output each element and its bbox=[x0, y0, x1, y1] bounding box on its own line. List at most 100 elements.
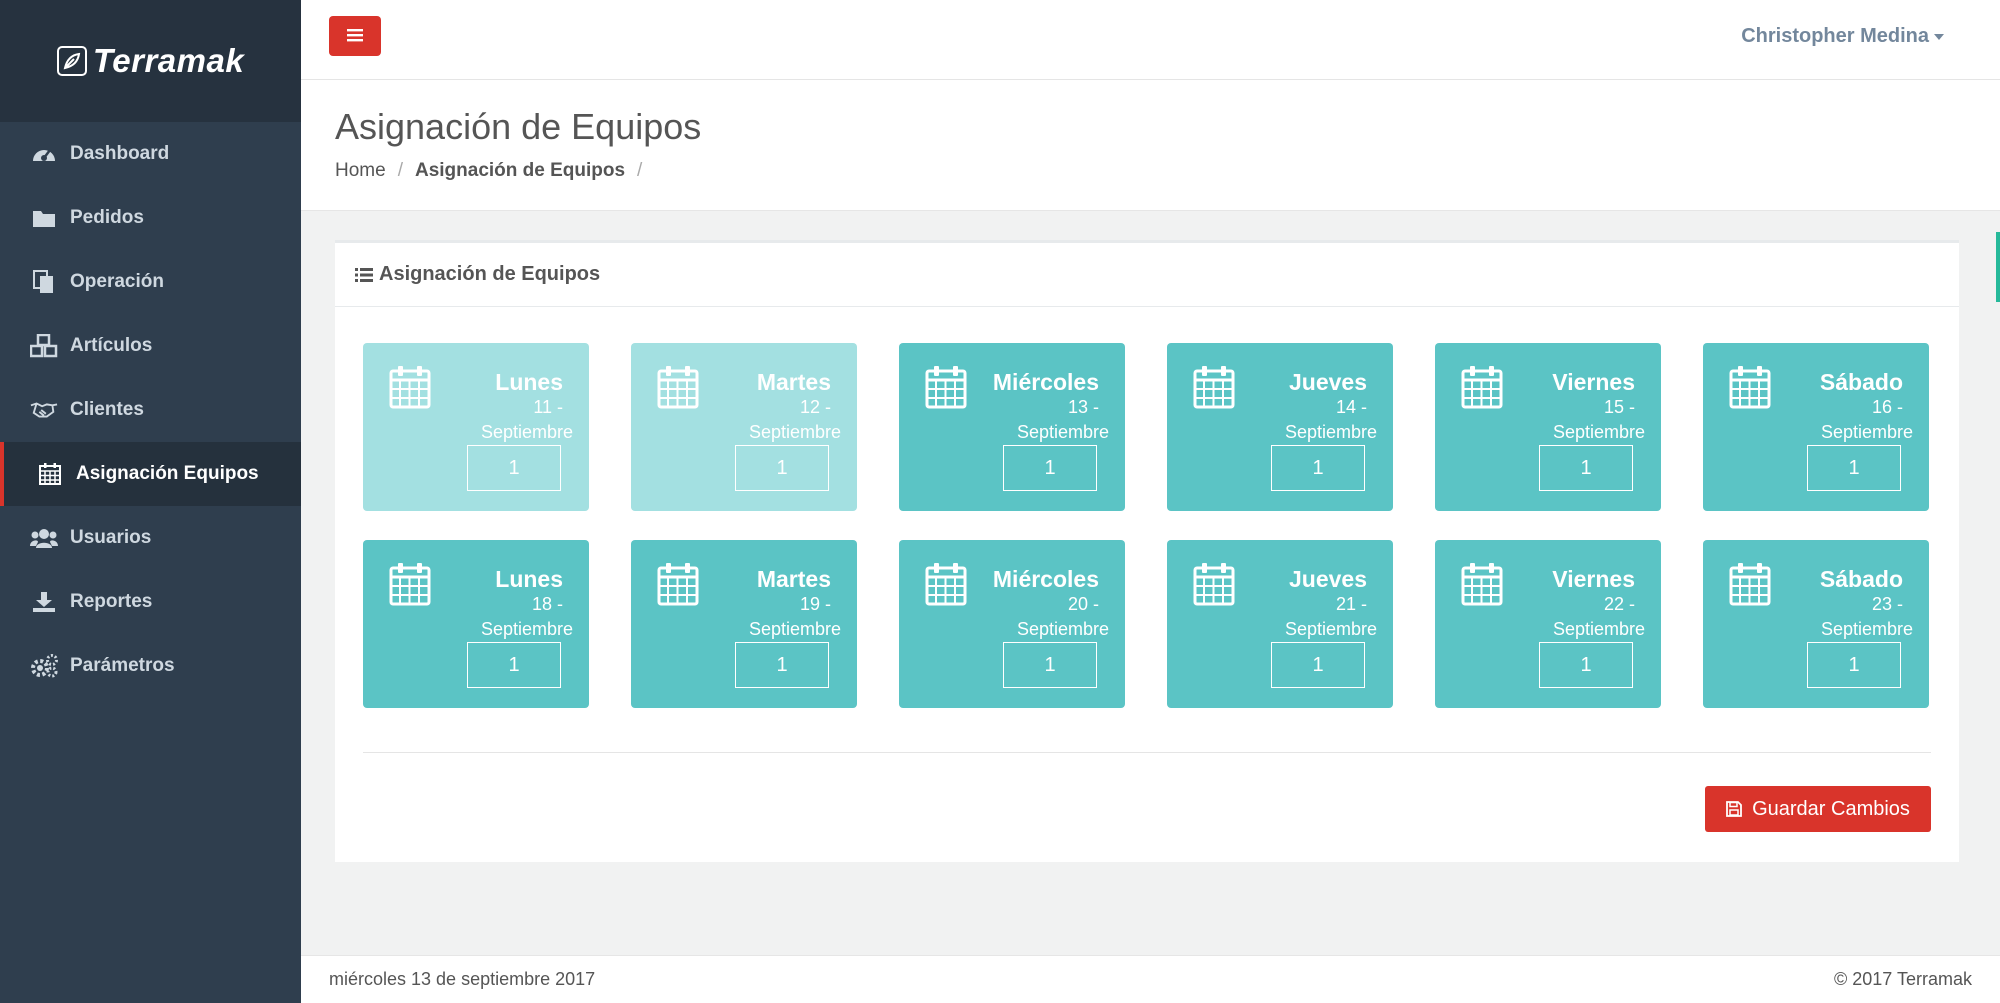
day-number: 22 - bbox=[1603, 594, 1635, 614]
footer-date: miércoles 13 de septiembre 2017 bbox=[329, 969, 596, 989]
day-number: 13 - bbox=[1067, 397, 1099, 417]
calendar-icon bbox=[36, 460, 64, 488]
day-card: Jueves 14 - Septiembre bbox=[1167, 343, 1393, 511]
calendar-icon bbox=[1193, 562, 1235, 611]
user-menu[interactable]: Christopher Medina bbox=[1741, 25, 1944, 48]
day-number: 23 - bbox=[1871, 594, 1903, 614]
calendar-icon bbox=[389, 365, 431, 414]
day-number: 18 - bbox=[531, 594, 563, 614]
equipment-count-input[interactable] bbox=[735, 445, 829, 491]
equipment-count-input[interactable] bbox=[1003, 445, 1097, 491]
leaf-logo-icon bbox=[56, 46, 87, 76]
equipment-count-input[interactable] bbox=[1003, 642, 1097, 688]
day-name: Jueves bbox=[1288, 566, 1367, 592]
day-month: Septiembre bbox=[748, 422, 841, 442]
sidebar-item-clientes[interactable]: Clientes bbox=[0, 378, 301, 442]
download-icon bbox=[30, 588, 58, 616]
sidebar-item-label: Operación bbox=[70, 271, 164, 292]
equipment-count-input[interactable] bbox=[467, 642, 561, 688]
day-name: Miércoles bbox=[992, 566, 1099, 592]
sidebar-item-parametros[interactable]: Parámetros bbox=[0, 634, 301, 698]
day-card: Lunes 11 - Septiembre bbox=[363, 343, 589, 511]
folder-icon bbox=[30, 204, 58, 232]
day-card: Miércoles 20 - Septiembre bbox=[899, 540, 1125, 708]
calendar-icon bbox=[657, 562, 699, 611]
day-number: 12 - bbox=[799, 397, 831, 417]
scroll-indicator bbox=[1996, 232, 2000, 302]
day-card: Lunes 18 - Septiembre bbox=[363, 540, 589, 708]
breadcrumb: Home / Asignación de Equipos / bbox=[335, 160, 654, 182]
sidebar-item-pedidos[interactable]: Pedidos bbox=[0, 186, 301, 250]
brand-name: Terramak bbox=[92, 42, 245, 79]
day-month: Septiembre bbox=[1820, 422, 1913, 442]
day-name: Sábado bbox=[1819, 369, 1903, 395]
sidebar-item-articulos[interactable]: Artículos bbox=[0, 314, 301, 378]
day-name: Viernes bbox=[1552, 566, 1635, 592]
equipment-count-input[interactable] bbox=[1271, 445, 1365, 491]
day-month: Septiembre bbox=[1552, 619, 1645, 639]
day-number: 15 - bbox=[1603, 397, 1635, 417]
day-card: Sábado 16 - Septiembre bbox=[1703, 343, 1929, 511]
footer-copyright: © 2017 Terramak bbox=[1834, 969, 1972, 989]
sidebar-item-usuarios[interactable]: Usuarios bbox=[0, 506, 301, 570]
sidebar-item-label: Clientes bbox=[70, 399, 144, 420]
calendar-icon bbox=[657, 365, 699, 414]
day-card: Viernes 22 - Septiembre bbox=[1435, 540, 1661, 708]
breadcrumb-home-link[interactable]: Home bbox=[335, 160, 386, 182]
hamburger-icon bbox=[347, 28, 363, 45]
equipment-count-input[interactable] bbox=[1807, 642, 1901, 688]
sidebar-item-label: Artículos bbox=[70, 335, 153, 356]
sidebar-item-dashboard[interactable]: Dashboard bbox=[0, 122, 301, 186]
day-card: Sábado 23 - Septiembre bbox=[1703, 540, 1929, 708]
day-card: Martes 19 - Septiembre bbox=[631, 540, 857, 708]
equipment-count-input[interactable] bbox=[1539, 445, 1633, 491]
panel-title: Asignación de Equipos bbox=[379, 263, 601, 285]
caret-down-icon bbox=[1934, 33, 1944, 40]
equipment-count-input[interactable] bbox=[735, 642, 829, 688]
panel-heading: Asignación de Equipos bbox=[335, 243, 1959, 307]
menu-toggle-button[interactable] bbox=[329, 16, 381, 56]
calendar-icon bbox=[1461, 365, 1503, 414]
sidebar-item-asignacion-equipos[interactable]: Asignación Equipos bbox=[0, 442, 301, 506]
day-name: Lunes bbox=[495, 566, 563, 592]
documents-icon bbox=[30, 268, 58, 296]
breadcrumb-current: Asignación de Equipos bbox=[414, 160, 626, 181]
day-card: Viernes 15 - Septiembre bbox=[1435, 343, 1661, 511]
sidebar-item-operacion[interactable]: Operación bbox=[0, 250, 301, 314]
day-name: Viernes bbox=[1552, 369, 1635, 395]
equipment-count-input[interactable] bbox=[1271, 642, 1365, 688]
cubes-icon bbox=[30, 332, 58, 360]
day-month: Septiembre bbox=[1820, 619, 1913, 639]
brand[interactable]: Terramak bbox=[0, 0, 301, 122]
sidebar-item-label: Parámetros bbox=[70, 655, 175, 676]
day-month: Septiembre bbox=[1284, 619, 1377, 639]
day-card: Miércoles 13 - Septiembre bbox=[899, 343, 1125, 511]
day-grid: Lunes11 -SeptiembreMartes12 -SeptiembreM… bbox=[363, 343, 1929, 708]
day-card: Jueves 21 - Septiembre bbox=[1167, 540, 1393, 708]
gears-icon bbox=[30, 652, 58, 680]
day-month: Septiembre bbox=[748, 619, 841, 639]
day-name: Jueves bbox=[1288, 369, 1367, 395]
sidebar-nav: Dashboard Pedidos Operación Artículos Cl… bbox=[0, 122, 301, 698]
equipment-count-input[interactable] bbox=[467, 445, 561, 491]
footer: miércoles 13 de septiembre 2017 © 2017 T… bbox=[301, 955, 2000, 1003]
calendar-icon bbox=[1729, 562, 1771, 611]
save-changes-button[interactable]: Guardar Cambios bbox=[1705, 786, 1931, 832]
day-number: 21 - bbox=[1335, 594, 1367, 614]
day-name: Sábado bbox=[1819, 566, 1903, 592]
sidebar-item-label: Pedidos bbox=[70, 207, 144, 228]
day-number: 16 - bbox=[1871, 397, 1903, 417]
sidebar-item-label: Reportes bbox=[70, 591, 153, 612]
divider bbox=[363, 752, 1931, 753]
day-month: Septiembre bbox=[480, 422, 573, 442]
equipment-count-input[interactable] bbox=[1539, 642, 1633, 688]
sidebar-item-label: Asignación Equipos bbox=[76, 463, 259, 484]
sidebar-item-reportes[interactable]: Reportes bbox=[0, 570, 301, 634]
day-number: 20 - bbox=[1067, 594, 1099, 614]
day-number: 11 - bbox=[533, 397, 563, 417]
floppy-disk-icon bbox=[1726, 801, 1742, 817]
breadcrumb-separator: / bbox=[637, 160, 643, 181]
day-month: Septiembre bbox=[480, 619, 573, 639]
equipment-count-input[interactable] bbox=[1807, 445, 1901, 491]
users-icon bbox=[30, 524, 58, 552]
